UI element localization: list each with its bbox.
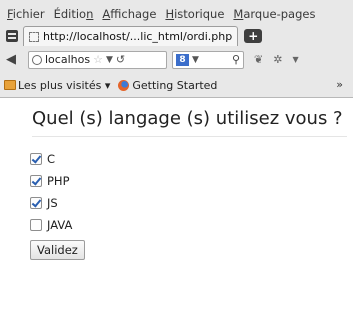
tab-current[interactable]: http://localhost/...lic_html/ordi.php xyxy=(23,26,239,46)
dropdown-arrow-icon[interactable]: ▼ xyxy=(106,55,113,65)
star-icon[interactable]: ☆ xyxy=(93,53,103,66)
option-label: PHP xyxy=(47,174,70,188)
menu-item-affichage[interactable]: Affichage xyxy=(102,7,156,26)
menu-bar: Fichier Édition Affichage Historique Mar… xyxy=(0,0,353,26)
menu-item-historique[interactable]: Historique xyxy=(165,7,224,26)
checkbox-php[interactable] xyxy=(30,175,42,187)
checkbox-js[interactable] xyxy=(30,197,42,209)
option-php: PHP xyxy=(30,170,335,192)
submit-button[interactable]: Validez xyxy=(30,240,85,260)
bookmarks-overflow-icon[interactable]: » xyxy=(336,78,343,91)
checkbox-group: C PHP JS JAVA xyxy=(30,148,335,236)
checkbox-java[interactable] xyxy=(30,219,42,231)
checkbox-c[interactable] xyxy=(30,153,42,165)
back-arrow-icon[interactable]: ◀ xyxy=(6,52,22,68)
search-bar[interactable]: 8 ▼ ⚲ xyxy=(172,50,244,69)
new-tab-button[interactable]: + xyxy=(244,29,263,43)
toolbar-dropdown-icon[interactable]: ▼ xyxy=(292,55,298,64)
browser-chrome: Fichier Édition Affichage Historique Mar… xyxy=(0,0,353,98)
search-engine-icon[interactable]: 8 xyxy=(176,53,189,66)
bookmarks-bar: Les plus visités ▾ Getting Started » xyxy=(0,73,353,97)
bookmark-label: Les plus visités ▾ xyxy=(18,78,111,92)
app-menu-icon[interactable] xyxy=(6,30,18,42)
folder-icon xyxy=(4,80,16,90)
page-title: Quel (s) langage (s) utilisez vous ? xyxy=(32,108,347,137)
page-content: Quel (s) langage (s) utilisez vous ? C P… xyxy=(0,108,353,260)
bookmark-most-visited[interactable]: Les plus visités ▾ xyxy=(4,79,110,92)
url-bar[interactable]: localhos ☆ ▼ ↺ xyxy=(28,50,167,69)
menu-item-fichier[interactable]: Fichier xyxy=(7,7,45,26)
firefox-icon xyxy=(118,79,130,91)
url-text: localhos xyxy=(45,53,91,66)
bookmark-label: Getting Started xyxy=(132,78,218,92)
option-java: JAVA xyxy=(30,214,335,236)
globe-icon xyxy=(32,54,42,65)
menu-item-marque-pages[interactable]: Marque-pages xyxy=(233,7,315,26)
reload-icon[interactable]: ↺ xyxy=(116,53,125,66)
addon-icon[interactable]: ❦ xyxy=(254,53,263,66)
option-label: JAVA xyxy=(47,218,73,232)
tool-icon[interactable]: ✲ xyxy=(273,53,282,66)
bookmark-getting-started[interactable]: Getting Started xyxy=(118,79,217,92)
option-label: JS xyxy=(47,196,58,210)
page-icon xyxy=(29,31,39,42)
menu-item-edition[interactable]: Édition xyxy=(54,7,94,26)
tab-title: http://localhost/...lic_html/ordi.php xyxy=(43,30,233,43)
navigation-bar: ◀ localhos ☆ ▼ ↺ 8 ▼ ⚲ ❦ ✲ ▼ xyxy=(0,46,353,73)
search-engine-dropdown-icon[interactable]: ▼ xyxy=(192,55,199,65)
search-icon[interactable]: ⚲ xyxy=(232,53,240,66)
option-label: C xyxy=(47,152,56,166)
tab-strip: http://localhost/...lic_html/ordi.php + xyxy=(0,26,353,46)
option-c: C xyxy=(30,148,335,170)
option-js: JS xyxy=(30,192,335,214)
